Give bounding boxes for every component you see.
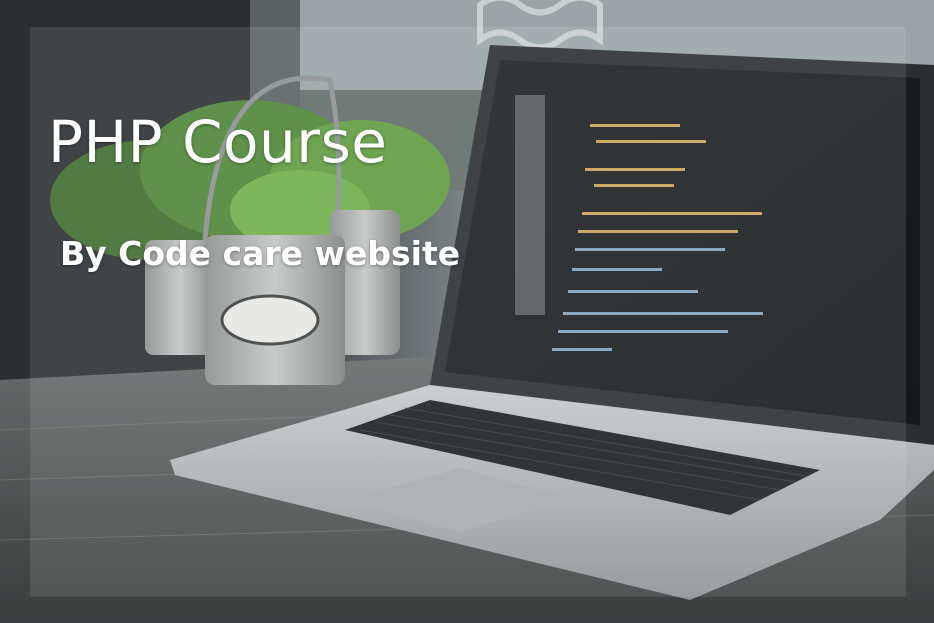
background-photo (0, 0, 934, 623)
course-subtitle: By Code care website (60, 234, 461, 273)
pot-label-no2 (220, 294, 320, 346)
course-title: PHP Course (48, 108, 388, 176)
